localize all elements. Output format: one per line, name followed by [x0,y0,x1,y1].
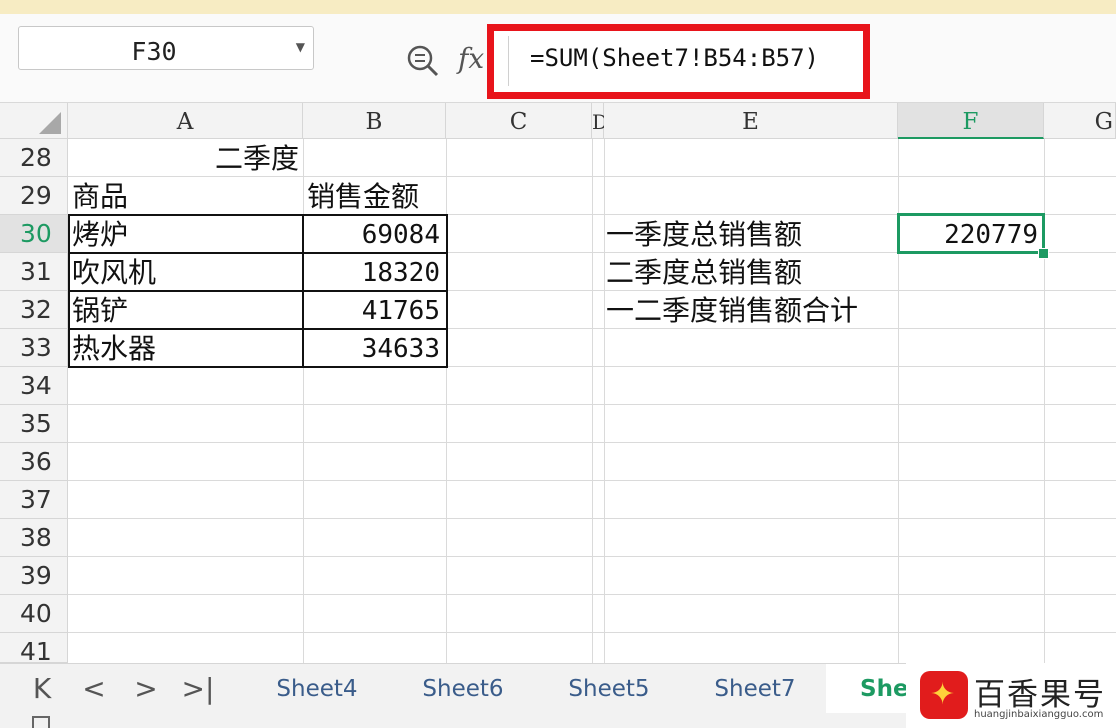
gridline [604,139,605,663]
spreadsheet-grid[interactable]: A B C D E F G 28 29 30 31 32 33 34 35 36… [0,103,1116,663]
column-header-a[interactable]: A [68,103,303,139]
watermark-name: 百香果号 [974,669,1106,714]
next-sheet-icon[interactable]: > [126,672,166,705]
column-header-g[interactable]: G [1044,103,1116,139]
chevron-down-icon[interactable]: ▼ [296,40,305,54]
row-header-40[interactable]: 40 [0,595,68,633]
row-header-33[interactable]: 33 [0,329,68,367]
gridline [592,139,593,663]
row-header-31[interactable]: 31 [0,253,68,291]
name-box[interactable]: F30 ▼ [18,26,314,70]
zoom-icon[interactable] [406,44,440,78]
tab-sheet6[interactable]: Sheet6 [398,664,528,714]
row-header-28[interactable]: 28 [0,139,68,177]
row-header-38[interactable]: 38 [0,519,68,557]
cell-a28[interactable]: 二季度 [68,139,446,177]
gridline [68,480,1116,481]
column-header-f[interactable]: F [898,103,1044,139]
cell-e32[interactable]: 一二季度销售额合计 [606,291,858,329]
gridline [68,594,1116,595]
gridline [68,632,1116,633]
gridline [68,518,1116,519]
cell-b29[interactable]: 销售金额 [307,177,419,215]
row-header-32[interactable]: 32 [0,291,68,329]
tab-sheet4[interactable]: Sheet4 [252,664,382,714]
gridline [68,442,1116,443]
top-strip [0,0,1116,14]
row-header-36[interactable]: 36 [0,443,68,481]
watermark-url: huangjinbaixiangguo.com [974,709,1103,720]
cell-e31[interactable]: 二季度总销售额 [606,253,802,291]
column-header-b[interactable]: B [303,103,446,139]
first-sheet-icon[interactable]: K [22,672,62,705]
watermark-logo-icon: ✦ [920,671,968,719]
tab-sheet5[interactable]: Sheet5 [544,664,674,714]
table-border-inner [68,252,448,254]
row-header-29[interactable]: 29 [0,177,68,215]
row-header-41[interactable]: 41 [0,633,68,663]
table-border-inner [68,290,448,292]
macro-icon[interactable] [32,716,50,728]
row-header-39[interactable]: 39 [0,557,68,595]
column-header-c[interactable]: C [446,103,592,139]
fill-handle[interactable] [1038,248,1049,259]
gridline [68,404,1116,405]
cell-e30[interactable]: 一季度总销售额 [606,215,802,253]
prev-sheet-icon[interactable]: < [74,672,114,705]
gridline [68,556,1116,557]
column-header-e[interactable]: E [604,103,898,139]
name-box-value: F30 [19,37,289,66]
fx-icon[interactable]: fx [458,42,484,75]
formula-text: =SUM(Sheet7!B54:B57) [530,44,819,72]
row-header-34[interactable]: 34 [0,367,68,405]
cell-a29[interactable]: 商品 [72,177,128,215]
select-all-corner[interactable] [0,103,68,139]
tab-sheet7[interactable]: Sheet7 [690,664,820,714]
row-header-37[interactable]: 37 [0,481,68,519]
row-header-30[interactable]: 30 [0,215,68,253]
table-border-inner [68,328,448,330]
watermark: ✦ 百香果号 huangjinbaixiangguo.com [906,663,1116,728]
last-sheet-icon[interactable]: >| [178,672,218,705]
column-header-d[interactable]: D [592,103,604,139]
active-cell-outline [897,213,1045,254]
row-header-35[interactable]: 35 [0,405,68,443]
